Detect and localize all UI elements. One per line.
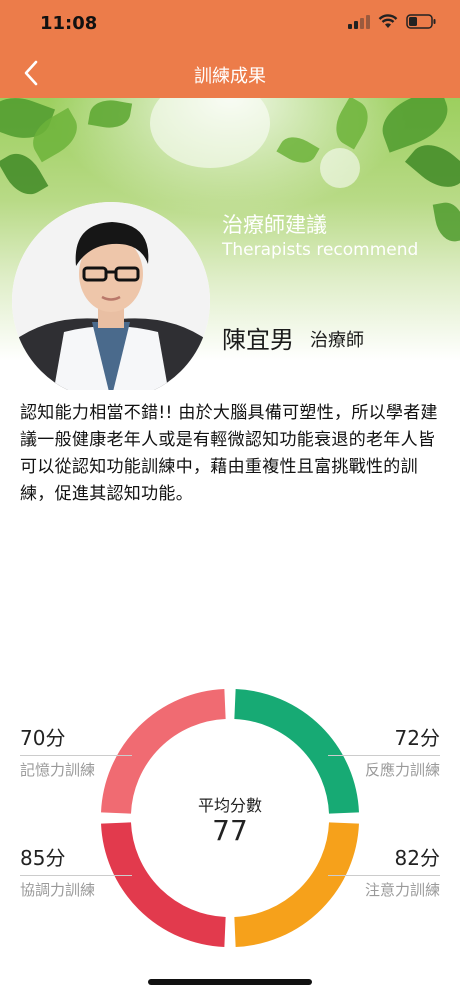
- recommendation-message: 認知能力相當不錯!! 由於大腦具備可塑性，所以學者建議一般健康老年人或是有輕微認…: [20, 403, 438, 504]
- signal-icon: [348, 14, 370, 29]
- leaf-decoration: [328, 98, 376, 150]
- reaction-score-value: 72分: [328, 722, 440, 756]
- leaf-decoration: [276, 130, 320, 170]
- hero-light: [150, 98, 270, 168]
- hero-light: [320, 148, 360, 188]
- recommendation-subtitle: Therapists recommend: [222, 240, 419, 260]
- battery-icon: [406, 14, 436, 29]
- reaction-score-label: 反應力訓練: [364, 761, 440, 779]
- status-icons: [348, 14, 436, 29]
- attention-score: 82分 注意力訓練: [328, 842, 440, 900]
- coordination-score-value: 85分: [20, 842, 132, 876]
- memory-score-value: 70分: [20, 722, 132, 756]
- status-time: 11:08: [40, 13, 98, 34]
- hero-banner: 治療師建議 Therapists recommend 陳宜男 治療師: [0, 98, 460, 390]
- leaf-decoration: [374, 98, 456, 153]
- therapist-role: 治療師: [310, 330, 364, 351]
- therapist-avatar: [12, 202, 210, 390]
- leaf-decoration: [87, 98, 133, 132]
- memory-score-label: 記憶力訓練: [20, 761, 96, 779]
- average-score: 77: [212, 814, 248, 847]
- memory-score: 70分 記憶力訓練: [20, 722, 132, 780]
- page-title: 訓練成果: [194, 66, 266, 87]
- home-indicator[interactable]: [148, 979, 312, 985]
- average-label: 平均分數: [197, 796, 262, 815]
- coordination-score-label: 協調力訓練: [20, 881, 96, 899]
- therapist-name: 陳宜男: [222, 326, 294, 354]
- attention-score-label: 注意力訓練: [364, 881, 440, 899]
- coordination-score: 85分 協調力訓練: [20, 842, 132, 900]
- attention-score-value: 82分: [328, 842, 440, 876]
- recommendation-title: 治療師建議: [222, 213, 327, 237]
- reaction-score: 72分 反應力訓練: [328, 722, 440, 780]
- therapist-portrait: [12, 202, 210, 390]
- wifi-icon: [378, 14, 398, 28]
- top-bar: 11:08 訓練成果: [0, 0, 460, 98]
- leaf-decoration: [432, 199, 460, 245]
